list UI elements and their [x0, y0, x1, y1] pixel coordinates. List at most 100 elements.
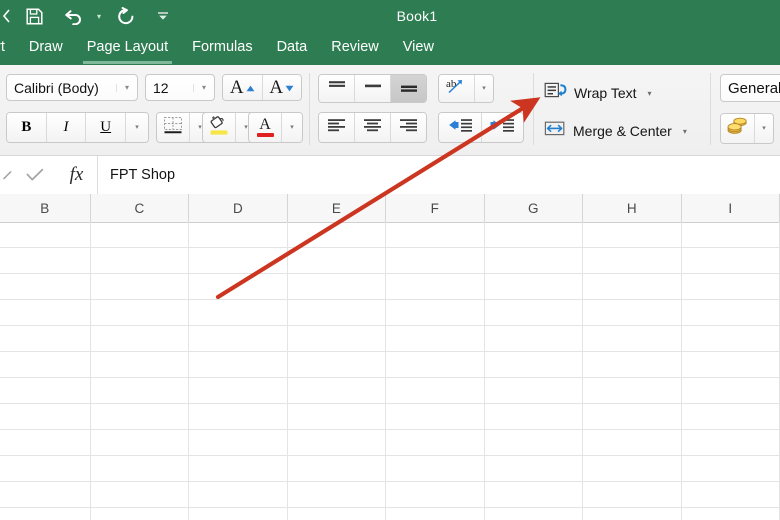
cell-B1[interactable]: [0, 222, 91, 248]
cell-B12[interactable]: [0, 508, 91, 520]
cell-I5[interactable]: [682, 326, 780, 352]
cell-H2[interactable]: [583, 248, 682, 274]
bold-button[interactable]: B: [7, 113, 47, 142]
cell-B3[interactable]: [0, 274, 91, 300]
tab-insert[interactable]: rt: [0, 32, 17, 65]
cell-C2[interactable]: [91, 248, 190, 274]
column-header-i[interactable]: I: [681, 194, 780, 222]
cell-B7[interactable]: [0, 378, 91, 404]
cell-C7[interactable]: [91, 378, 190, 404]
column-header-b[interactable]: B: [0, 194, 91, 222]
cell-D12[interactable]: [189, 508, 288, 520]
cell-D8[interactable]: [189, 404, 288, 430]
cell-C10[interactable]: [91, 456, 190, 482]
cell-E11[interactable]: [288, 482, 387, 508]
cell-G6[interactable]: [485, 352, 584, 378]
font-color-dropdown-caret[interactable]: ▾: [282, 113, 302, 142]
tab-view[interactable]: View: [391, 32, 446, 65]
cell-B6[interactable]: [0, 352, 91, 378]
increase-indent-button[interactable]: [481, 113, 523, 142]
column-header-f[interactable]: F: [386, 194, 485, 222]
font-color-button[interactable]: A: [249, 113, 282, 142]
cell-C6[interactable]: [91, 352, 190, 378]
cell-F7[interactable]: [386, 378, 485, 404]
cell-H7[interactable]: [583, 378, 682, 404]
chevron-down-icon[interactable]: ▾: [116, 83, 137, 92]
cell-D2[interactable]: [189, 248, 288, 274]
cell-D6[interactable]: [189, 352, 288, 378]
font-name-combo[interactable]: Calibri (Body) ▾: [6, 74, 138, 101]
cell-I3[interactable]: [682, 274, 780, 300]
cell-E1[interactable]: [288, 222, 387, 248]
cell-C8[interactable]: [91, 404, 190, 430]
fill-color-button[interactable]: [203, 113, 236, 142]
cell-D10[interactable]: [189, 456, 288, 482]
cell-F1[interactable]: [386, 222, 485, 248]
cell-F3[interactable]: [386, 274, 485, 300]
accounting-format-button[interactable]: [721, 114, 755, 143]
grow-font-button[interactable]: A: [223, 75, 263, 100]
cell-E3[interactable]: [288, 274, 387, 300]
cell-I6[interactable]: [682, 352, 780, 378]
cell-I7[interactable]: [682, 378, 780, 404]
cancel-entry-icon[interactable]: [0, 156, 14, 194]
column-header-g[interactable]: G: [484, 194, 584, 222]
cell-E2[interactable]: [288, 248, 387, 274]
cell-F10[interactable]: [386, 456, 485, 482]
cell-E8[interactable]: [288, 404, 387, 430]
italic-button[interactable]: I: [46, 113, 87, 142]
cell-I12[interactable]: [682, 508, 780, 520]
redo-icon[interactable]: [106, 0, 146, 32]
cell-G5[interactable]: [485, 326, 584, 352]
tab-page-layout[interactable]: Page Layout: [75, 32, 180, 65]
confirm-entry-icon[interactable]: [14, 156, 56, 194]
cell-G3[interactable]: [485, 274, 584, 300]
qat-clipped-icon[interactable]: [0, 0, 12, 32]
column-header-d[interactable]: D: [189, 194, 288, 222]
cell-G1[interactable]: [485, 222, 584, 248]
font-size-combo[interactable]: 12 ▾: [145, 74, 215, 101]
cell-grid[interactable]: [0, 222, 780, 520]
cell-H1[interactable]: [583, 222, 682, 248]
cell-B11[interactable]: [0, 482, 91, 508]
cell-H6[interactable]: [583, 352, 682, 378]
cell-C4[interactable]: [91, 300, 190, 326]
shrink-font-button[interactable]: A: [262, 75, 301, 100]
cell-D9[interactable]: [189, 430, 288, 456]
align-bottom-button[interactable]: [391, 75, 426, 102]
cell-I10[interactable]: [682, 456, 780, 482]
cell-F8[interactable]: [386, 404, 485, 430]
cell-I1[interactable]: [682, 222, 780, 248]
cell-D3[interactable]: [189, 274, 288, 300]
cell-E10[interactable]: [288, 456, 387, 482]
column-header-c[interactable]: C: [90, 194, 190, 222]
accounting-dropdown-caret[interactable]: ▾: [755, 114, 773, 143]
cell-B4[interactable]: [0, 300, 91, 326]
cell-F9[interactable]: [386, 430, 485, 456]
cell-D5[interactable]: [189, 326, 288, 352]
cell-D11[interactable]: [189, 482, 288, 508]
tab-formulas[interactable]: Formulas: [180, 32, 264, 65]
cell-B2[interactable]: [0, 248, 91, 274]
cell-H5[interactable]: [583, 326, 682, 352]
cell-C5[interactable]: [91, 326, 190, 352]
chevron-down-icon[interactable]: ▾: [193, 83, 214, 92]
cell-E5[interactable]: [288, 326, 387, 352]
cell-E12[interactable]: [288, 508, 387, 520]
tab-draw[interactable]: Draw: [17, 32, 75, 65]
cell-F4[interactable]: [386, 300, 485, 326]
cell-G2[interactable]: [485, 248, 584, 274]
merge-center-button[interactable]: Merge & Center ▾: [544, 119, 687, 143]
cell-I8[interactable]: [682, 404, 780, 430]
cell-B10[interactable]: [0, 456, 91, 482]
cell-H12[interactable]: [583, 508, 682, 520]
cell-E9[interactable]: [288, 430, 387, 456]
cell-E4[interactable]: [288, 300, 387, 326]
align-middle-button[interactable]: [355, 75, 391, 102]
cell-C9[interactable]: [91, 430, 190, 456]
cell-G8[interactable]: [485, 404, 584, 430]
undo-dropdown-caret[interactable]: ▾: [92, 0, 106, 32]
customize-toolbar-caret[interactable]: [146, 0, 180, 32]
cell-G11[interactable]: [485, 482, 584, 508]
undo-icon[interactable]: [56, 0, 92, 32]
